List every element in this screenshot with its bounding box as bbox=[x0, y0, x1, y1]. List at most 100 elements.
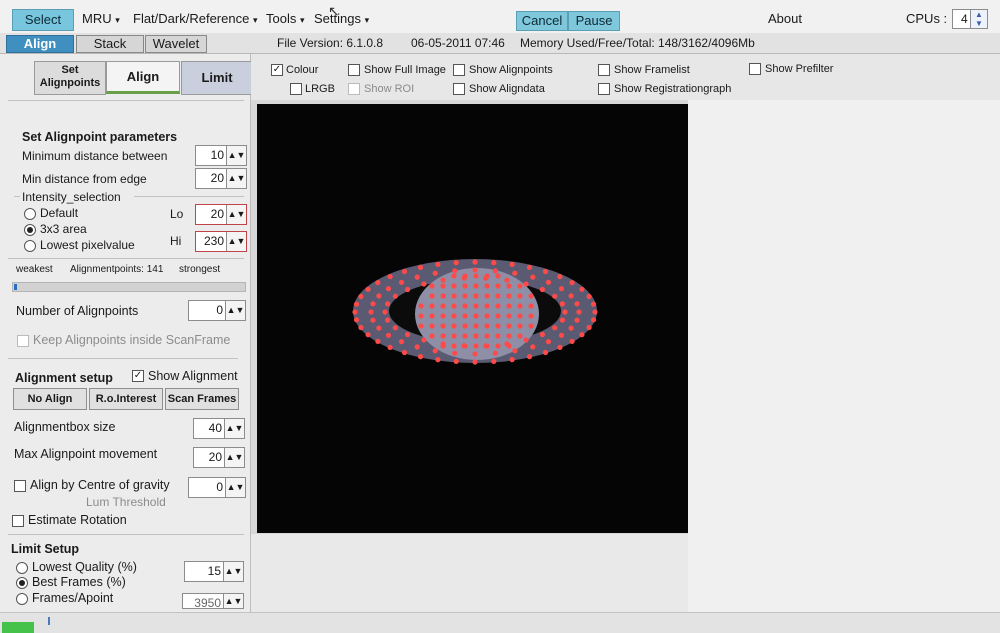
alignpoint-marker bbox=[590, 301, 597, 307]
subtab-align[interactable]: Align bbox=[106, 61, 180, 94]
stepper-arrows-icon[interactable]: ▲▼ bbox=[224, 419, 244, 438]
show-alignpoints-checkbox[interactable] bbox=[453, 64, 465, 76]
number-alignpoints-stepper[interactable]: 0 ▲▼ bbox=[188, 300, 246, 321]
alignpoint-marker bbox=[523, 337, 529, 343]
lo-stepper[interactable]: 20 ▲▼ bbox=[195, 204, 247, 225]
stepper-arrows-icon[interactable]: ▲▼ bbox=[226, 169, 246, 188]
menu-settings[interactable]: Settings ▾ bbox=[314, 11, 369, 26]
frames-apoint-stepper[interactable]: 3950 ▲▼ bbox=[182, 593, 244, 610]
alignpoint-marker bbox=[491, 358, 497, 364]
subtab-set-alignpoints[interactable]: Set Alignpoints bbox=[34, 61, 106, 95]
roi-button[interactable]: R.o.Interest bbox=[89, 388, 163, 410]
alignpoint-marker bbox=[440, 323, 446, 329]
radio-3x3-area[interactable] bbox=[24, 224, 36, 236]
show-full-image-label: Show Full Image bbox=[364, 64, 446, 76]
stepper-arrows-icon[interactable]: ▲▼ bbox=[223, 562, 243, 581]
menu-flat-dark-reference[interactable]: Flat/Dark/Reference ▾ bbox=[133, 11, 257, 26]
stepper-arrows-icon[interactable]: ▲▼ bbox=[224, 448, 244, 467]
slider-handle[interactable] bbox=[14, 284, 17, 290]
max-move-stepper[interactable]: 20 ▲▼ bbox=[193, 447, 245, 468]
alignpoint-marker bbox=[592, 309, 598, 315]
alignpoint-marker bbox=[509, 261, 515, 267]
stepper-arrows-icon[interactable]: ▲▼ bbox=[970, 10, 987, 28]
alignpoint-marker bbox=[517, 323, 523, 329]
lrgb-checkbox[interactable] bbox=[290, 83, 302, 95]
radio-lowest-pixelvalue[interactable] bbox=[24, 240, 36, 252]
cancel-button[interactable]: Cancel bbox=[516, 11, 568, 31]
keep-inside-checkbox[interactable] bbox=[17, 335, 29, 347]
colour-checkbox[interactable]: ✓ bbox=[271, 64, 283, 76]
stepper-arrows-icon[interactable]: ▲▼ bbox=[226, 232, 246, 251]
cpus-stepper[interactable]: 4 ▲ ▼ bbox=[952, 9, 988, 29]
divider bbox=[8, 358, 238, 359]
alignpoint-marker bbox=[440, 277, 446, 283]
alignpoint-marker bbox=[530, 274, 536, 280]
tab-wavelet[interactable]: Wavelet bbox=[145, 35, 207, 53]
image-canvas[interactable] bbox=[257, 104, 697, 533]
show-roi-checkbox[interactable] bbox=[348, 83, 360, 95]
frames-apoint-label: Frames/Apoint bbox=[32, 591, 114, 605]
alignpoint-marker bbox=[569, 338, 575, 344]
alignpoint-marker bbox=[559, 301, 565, 307]
stepper-arrows-icon[interactable]: ▲▼ bbox=[223, 594, 243, 608]
tab-stack[interactable]: Stack bbox=[76, 35, 144, 53]
menu-about[interactable]: About bbox=[768, 11, 802, 26]
alignpoint-marker bbox=[542, 268, 549, 275]
alignpoint-marker bbox=[526, 354, 533, 360]
alignpoint-marker bbox=[385, 317, 391, 323]
alignpoint-marker bbox=[392, 325, 398, 331]
alignpoint-marker bbox=[418, 323, 424, 329]
alignpoint-marker bbox=[528, 323, 534, 329]
radio-lowest-quality[interactable] bbox=[16, 562, 28, 574]
show-aligndata-checkbox[interactable] bbox=[453, 83, 465, 95]
stepper-arrows-icon[interactable]: ▲▼ bbox=[225, 301, 245, 320]
stepper-arrows-icon[interactable]: ▲▼ bbox=[225, 478, 245, 497]
scroll-marker bbox=[48, 617, 50, 625]
scan-frames-button[interactable]: Scan Frames bbox=[165, 388, 239, 410]
alignpoint-marker bbox=[398, 339, 405, 345]
min-distance-stepper[interactable]: 10 ▲▼ bbox=[195, 145, 247, 166]
subtab-limit[interactable]: Limit bbox=[181, 61, 253, 95]
box-size-stepper[interactable]: 40 ▲▼ bbox=[193, 418, 245, 439]
show-full-image-checkbox[interactable] bbox=[348, 64, 360, 76]
radio-default[interactable] bbox=[24, 208, 36, 220]
show-framelist-checkbox[interactable] bbox=[598, 64, 610, 76]
radio-frames-apoint[interactable] bbox=[16, 593, 28, 605]
weakest-label: weakest bbox=[16, 264, 53, 275]
alignpoint-marker bbox=[382, 309, 388, 315]
tab-align[interactable]: Align bbox=[6, 35, 74, 53]
file-version: File Version: 6.1.0.8 bbox=[277, 36, 384, 50]
alignpoint-marker bbox=[421, 337, 427, 343]
stepper-arrows-icon[interactable]: ▲▼ bbox=[226, 146, 246, 165]
best-frames-stepper[interactable]: 15 ▲▼ bbox=[184, 561, 244, 582]
alignpoint-strength-slider[interactable] bbox=[12, 282, 246, 292]
hi-stepper[interactable]: 230 ▲▼ bbox=[195, 231, 247, 252]
alignpoint-marker bbox=[440, 333, 446, 339]
no-align-button[interactable]: No Align bbox=[13, 388, 87, 410]
alignpoint-marker bbox=[473, 333, 479, 339]
menu-mru[interactable]: MRU ▾ bbox=[82, 11, 120, 26]
pause-button[interactable]: Pause bbox=[568, 11, 620, 31]
min-edge-stepper[interactable]: 20 ▲▼ bbox=[195, 168, 247, 189]
alignpoint-marker bbox=[387, 344, 393, 350]
alignpoint-marker bbox=[545, 339, 552, 345]
alignpoint-marker bbox=[462, 323, 468, 329]
show-prefilter-checkbox[interactable] bbox=[749, 63, 761, 75]
select-button[interactable]: Select bbox=[12, 9, 74, 31]
stepper-arrows-icon[interactable]: ▲▼ bbox=[226, 205, 246, 224]
alignpoint-marker bbox=[528, 303, 534, 309]
show-alignment-checkbox[interactable]: ✓ bbox=[132, 370, 144, 382]
radio-best-frames[interactable] bbox=[16, 577, 28, 589]
centre-gravity-stepper[interactable]: 0 ▲▼ bbox=[188, 477, 246, 498]
menu-tools[interactable]: Tools ▾ bbox=[266, 11, 305, 26]
centre-gravity-label: Align by Centre of gravity bbox=[30, 478, 170, 492]
alignpoint-marker bbox=[358, 293, 364, 300]
alignpoint-marker bbox=[398, 279, 405, 285]
show-registrationgraph-checkbox[interactable] bbox=[598, 83, 610, 95]
display-options-bar: ✓ Colour LRGB Show Full Image Show ROI S… bbox=[251, 54, 1000, 101]
centre-gravity-checkbox[interactable] bbox=[14, 480, 26, 492]
alignpoint-marker bbox=[586, 324, 592, 331]
estimate-rotation-checkbox[interactable] bbox=[12, 515, 24, 527]
number-alignpoints-label: Number of Alignpoints bbox=[16, 304, 139, 318]
alignpoint-marker bbox=[429, 293, 435, 299]
